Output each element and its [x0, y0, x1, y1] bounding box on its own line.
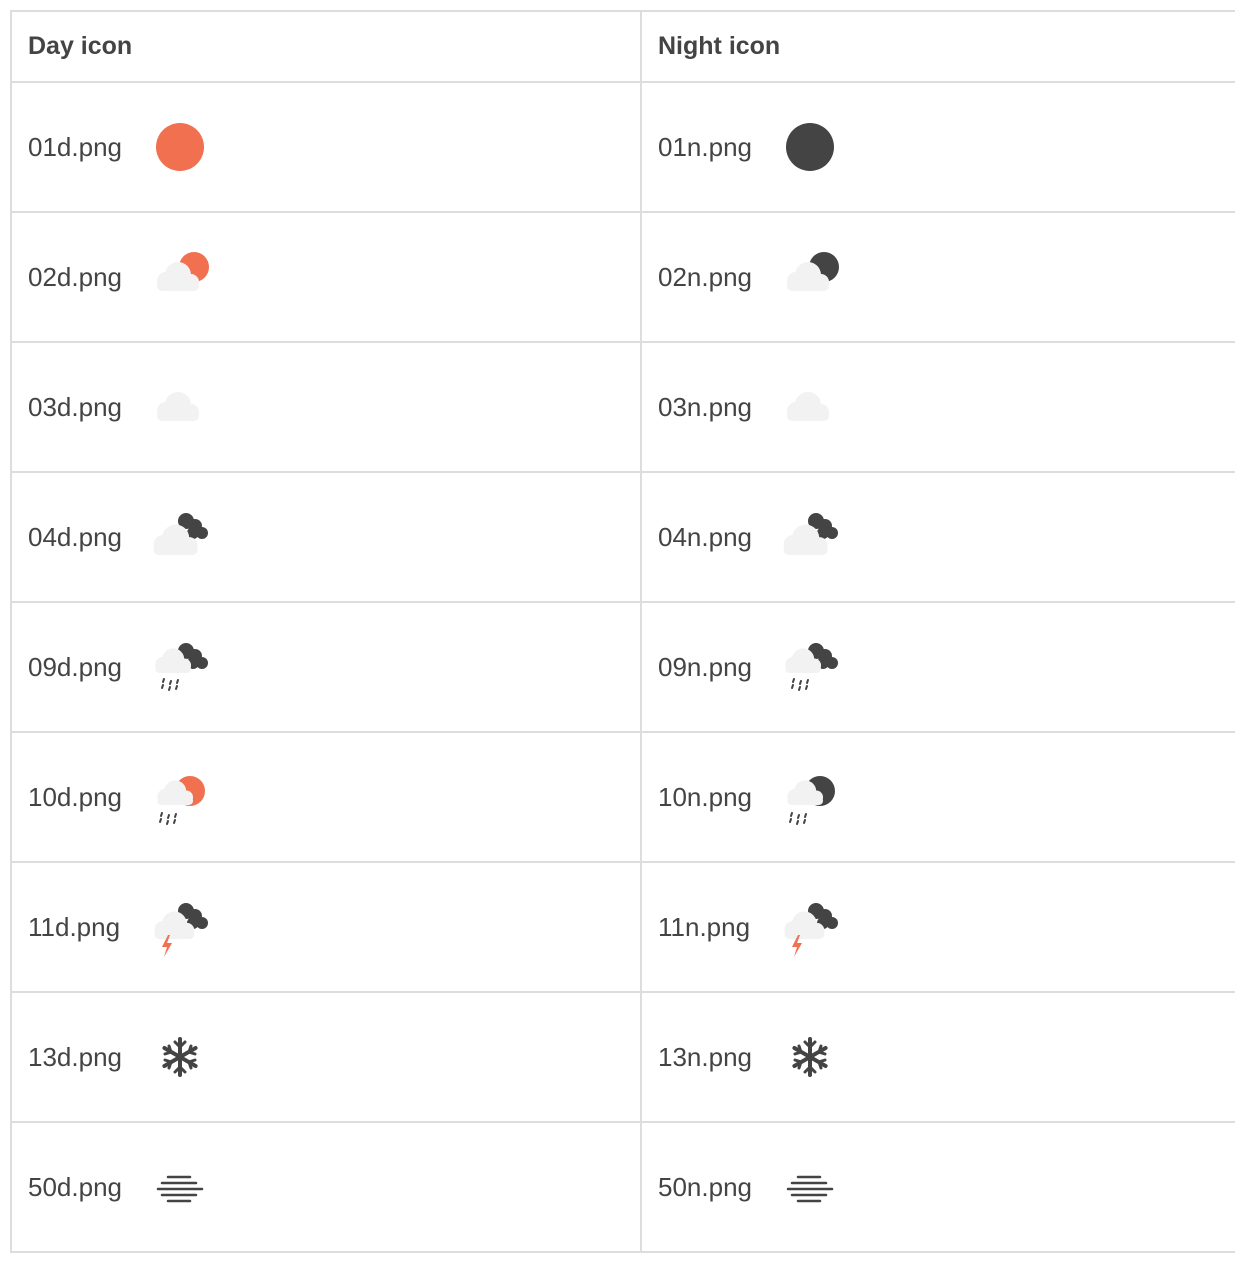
night-cell: 04n.png: [640, 471, 1235, 603]
night-cell: 01n.png: [640, 81, 1235, 213]
shower-rain-icon: [146, 635, 216, 699]
icon-filename: 09n.png: [658, 651, 752, 682]
icon-filename: 09d.png: [28, 651, 122, 682]
night-cell: 11n.png: [640, 861, 1235, 993]
icon-filename: 04d.png: [28, 521, 122, 552]
icon-filename: 10d.png: [28, 781, 122, 812]
day-cell: 02d.png: [10, 211, 642, 343]
icon-filename: 02d.png: [28, 261, 122, 292]
icon-filename: 03n.png: [658, 391, 752, 422]
day-cell: 09d.png: [10, 601, 642, 733]
day-cell: 04d.png: [10, 471, 642, 603]
header-day-icon: Day icon: [10, 10, 642, 83]
icon-filename: 01d.png: [28, 131, 122, 162]
table-row: 11d.png 11n.png: [10, 861, 1235, 993]
scattered-clouds-icon: [146, 375, 216, 439]
clear-sky-day-icon: [146, 115, 216, 179]
day-cell: 13d.png: [10, 991, 642, 1123]
table-row: 03d.png 03n.png: [10, 341, 1235, 473]
header-night-icon: Night icon: [640, 10, 1235, 83]
day-cell: 11d.png: [10, 861, 642, 993]
table-row: 04d.png 04n.png: [10, 471, 1235, 603]
icon-filename: 50n.png: [658, 1171, 752, 1202]
night-cell: 03n.png: [640, 341, 1235, 473]
table-row: 01d.png 01n.png: [10, 81, 1235, 213]
icon-filename: 13n.png: [658, 1041, 752, 1072]
thunderstorm-icon: [146, 895, 216, 959]
mist-icon: [146, 1155, 216, 1219]
thunderstorm-icon: [776, 895, 846, 959]
night-cell: 09n.png: [640, 601, 1235, 733]
table-row: 13d.png 13n.png: [10, 991, 1235, 1123]
broken-clouds-icon: [146, 505, 216, 569]
icon-filename: 13d.png: [28, 1041, 122, 1072]
table-header-row: Day icon Night icon: [10, 10, 1235, 83]
table-row: 09d.png 09n.png: [10, 601, 1235, 733]
icon-filename: 01n.png: [658, 131, 752, 162]
night-cell: 02n.png: [640, 211, 1235, 343]
rain-night-icon: [776, 765, 846, 829]
day-cell: 50d.png: [10, 1121, 642, 1253]
icon-filename: 10n.png: [658, 781, 752, 812]
icon-filename: 03d.png: [28, 391, 122, 422]
clear-sky-night-icon: [776, 115, 846, 179]
snow-icon: [146, 1025, 216, 1089]
icon-filename: 11d.png: [28, 911, 121, 942]
day-cell: 01d.png: [10, 81, 642, 213]
icon-filename: 11n.png: [658, 911, 751, 942]
scattered-clouds-icon: [776, 375, 846, 439]
day-cell: 10d.png: [10, 731, 642, 863]
broken-clouds-icon: [776, 505, 846, 569]
shower-rain-icon: [776, 635, 846, 699]
day-cell: 03d.png: [10, 341, 642, 473]
icon-filename: 02n.png: [658, 261, 752, 292]
table-row: 50d.png 50n.png: [10, 1121, 1235, 1253]
weather-icons-table: Day icon Night icon 01d.png 01n.png 02d.pn…: [10, 10, 1235, 1253]
few-clouds-day-icon: [146, 245, 216, 309]
few-clouds-night-icon: [776, 245, 846, 309]
rain-day-icon: [146, 765, 216, 829]
table-row: 10d.png 10n.png: [10, 731, 1235, 863]
night-cell: 13n.png: [640, 991, 1235, 1123]
snow-icon: [776, 1025, 846, 1089]
icon-filename: 04n.png: [658, 521, 752, 552]
night-cell: 50n.png: [640, 1121, 1235, 1253]
mist-icon: [776, 1155, 846, 1219]
table-row: 02d.png 02n.png: [10, 211, 1235, 343]
night-cell: 10n.png: [640, 731, 1235, 863]
icon-filename: 50d.png: [28, 1171, 122, 1202]
